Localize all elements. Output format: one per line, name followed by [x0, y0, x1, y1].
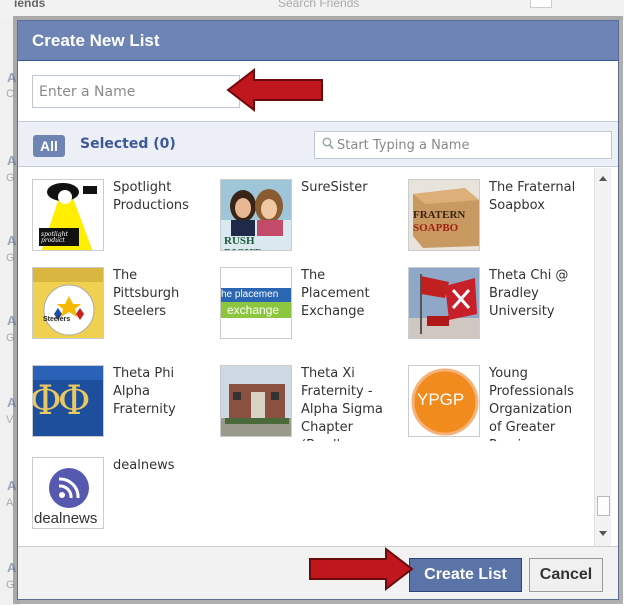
background-letter: A: [7, 478, 17, 493]
list-item-label: dealnews: [113, 458, 175, 473]
dialog-title-bar: Create New List: [18, 21, 618, 61]
placement-thumb-text: he placemen: [221, 289, 279, 300]
placement-exchange-thumb: he placemen exchange: [220, 267, 292, 339]
steelers-thumb-text: Steelers: [43, 316, 71, 323]
background-letter: A: [7, 153, 17, 168]
pages-grid: spotlight product Spotlight Productions …: [18, 168, 618, 546]
phi-letters: ΦΦ: [32, 378, 91, 424]
fraternal-soapbox-thumb: FRATERN SOAPBO: [408, 179, 480, 251]
list-item-steelers[interactable]: Steelers The Pittsburgh Steelers: [32, 267, 212, 349]
list-item-label: Young Professionals Organization of Grea…: [489, 366, 574, 441]
list-name-input[interactable]: [32, 75, 240, 108]
friend-search-box[interactable]: [314, 131, 612, 159]
exchange-thumb-text: exchange: [227, 303, 280, 317]
background-search-placeholder: Search Friends: [278, 0, 360, 10]
background-header: iends Search Friends: [0, 0, 624, 20]
background-letter: A: [7, 395, 17, 410]
scroll-thumb[interactable]: [597, 496, 610, 516]
list-item-dealnews[interactable]: dealnews dealnews: [32, 457, 212, 539]
list-item-placement-exchange[interactable]: he placemen exchange The Placement Excha…: [220, 267, 400, 349]
dealnews-thumb: dealnews: [32, 457, 104, 529]
scroll-up-arrow-icon[interactable]: [599, 176, 607, 181]
arrow-pointing-right-icon: [309, 546, 414, 592]
theta-phi-alpha-thumb: ΦΦ: [32, 365, 104, 437]
scroll-down-arrow-icon[interactable]: [599, 531, 607, 536]
background-letter: G: [6, 332, 15, 344]
theta-chi-thumb: [408, 267, 480, 339]
list-item-label: Theta Phi Alpha Fraternity: [113, 366, 176, 417]
search-icon: [322, 137, 334, 150]
list-item-label: Theta Xi Fraternity - Alpha Sigma Chapte…: [301, 366, 383, 441]
friend-search-input[interactable]: [337, 135, 597, 155]
ypgp-thumb-text: YPGP: [417, 390, 465, 409]
list-item-label: Spotlight Productions: [113, 180, 189, 213]
list-item-ypgp[interactable]: YPGP Young Professionals Organization of…: [408, 365, 588, 447]
filter-bar: All Selected (0): [18, 121, 618, 167]
tab-all[interactable]: All: [33, 135, 65, 157]
fraternal-thumb-text: FRATERN: [413, 209, 466, 221]
list-item-label: SureSister: [301, 180, 368, 195]
list-item-fraternal-soapbox[interactable]: FRATERN SOAPBO The Fraternal Soapbox: [408, 179, 588, 261]
list-item-label: The Pittsburgh Steelers: [113, 268, 180, 319]
background-letter: G: [6, 252, 15, 264]
background-letter: A: [7, 313, 17, 328]
steelers-thumb: Steelers: [32, 267, 104, 339]
list-item-theta-chi[interactable]: Theta Chi @ Bradley University: [408, 267, 588, 349]
cancel-button[interactable]: Cancel: [529, 558, 603, 592]
background-letter: A: [7, 560, 17, 575]
background-letter: C: [6, 88, 14, 100]
list-item-label: The Placement Exchange: [301, 268, 370, 319]
tab-selected[interactable]: Selected (0): [80, 136, 176, 152]
background-letter: G: [6, 172, 15, 184]
arrow-pointing-left-icon: [226, 67, 323, 113]
create-list-button[interactable]: Create List: [409, 558, 522, 592]
dealnews-thumb-text: dealnews: [34, 510, 98, 527]
background-letter: G: [6, 579, 15, 591]
grid-scrollbar[interactable]: [594, 168, 611, 546]
background-letter: V: [6, 414, 14, 426]
list-item-theta-xi[interactable]: Theta Xi Fraternity - Alpha Sigma Chapte…: [220, 365, 400, 447]
list-item-label: Theta Chi @ Bradley University: [489, 268, 569, 319]
dialog-title: Create New List: [32, 31, 160, 50]
list-item-theta-phi-alpha[interactable]: ΦΦ Theta Phi Alpha Fraternity: [32, 365, 212, 447]
list-item-suresister[interactable]: RUSH RIGHT SureSister: [220, 179, 400, 261]
background-letter: A: [7, 233, 17, 248]
suresister-thumb: RUSH RIGHT: [220, 179, 292, 251]
list-item-spotlight[interactable]: spotlight product Spotlight Productions: [32, 179, 212, 261]
rush-right-text: RUSH RIGHT: [224, 235, 261, 250]
spotlight-thumb: spotlight product: [32, 179, 104, 251]
ypgp-thumb: YPGP: [408, 365, 480, 437]
background-search-icon: [530, 0, 552, 8]
soapbox-thumb-text: SOAPBO: [413, 222, 459, 234]
background-friends-label: iends: [14, 0, 46, 10]
background-letter: A: [7, 70, 17, 85]
background-letter: A: [6, 497, 14, 509]
spotlight-thumb-text: spotlight product: [41, 231, 68, 244]
list-item-label: The Fraternal Soapbox: [489, 180, 576, 213]
theta-xi-thumb: [220, 365, 292, 437]
